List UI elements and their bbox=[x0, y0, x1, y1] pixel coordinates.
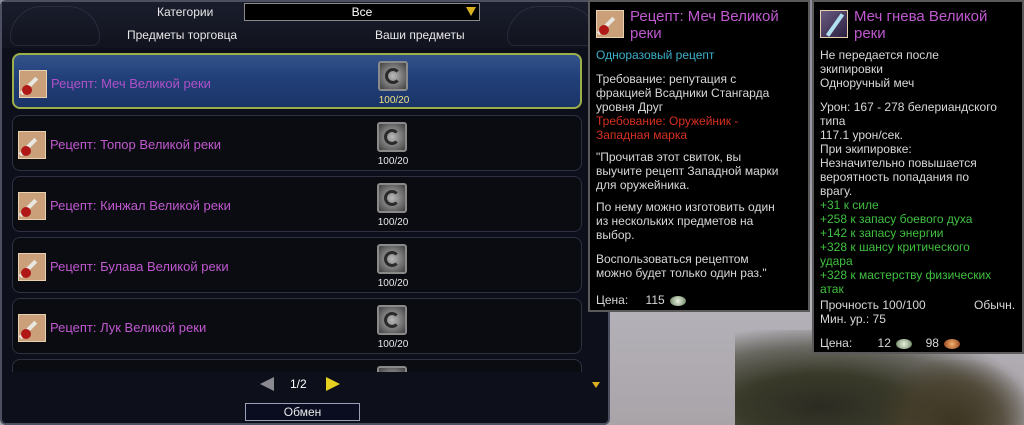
silver-coin-icon bbox=[896, 338, 913, 349]
dps-line: 117.1 урон/сек. bbox=[820, 128, 903, 142]
recipe-tooltip: Рецепт: Меч Великой реки Одноразовый рец… bbox=[588, 0, 810, 312]
description-line: выучите рецепт Западной марки bbox=[596, 164, 779, 178]
item-name: Рецепт: Меч Великой реки bbox=[51, 76, 211, 91]
damage-line: типа bbox=[820, 114, 846, 128]
price-label: Цена: bbox=[820, 336, 853, 350]
vendor-item-row[interactable]: Рецепт: Топор Великой реки 100/20 bbox=[12, 115, 582, 171]
barter-token-icon bbox=[377, 244, 407, 274]
price-row: Цена: 115 bbox=[596, 293, 687, 307]
chevron-down-icon bbox=[466, 7, 476, 16]
exchange-button[interactable]: Обмен bbox=[245, 403, 360, 421]
description-line: "Прочитав этот свиток, вы bbox=[596, 150, 742, 164]
stat-line: +31 к силе bbox=[820, 198, 879, 212]
durability: Прочность 100/100 bbox=[820, 298, 926, 312]
ornament-left bbox=[10, 6, 100, 46]
pagination: 1/2 bbox=[260, 375, 350, 395]
description-line: По нему можно изготовить один bbox=[596, 200, 775, 214]
price-row: Цена: 12 98 bbox=[820, 336, 961, 350]
description-line: из нескольких предметов на bbox=[596, 214, 754, 228]
quality: Обычн. bbox=[974, 298, 1016, 312]
barter-token-icon bbox=[377, 122, 407, 152]
tooltip-title: Меч гнева Великой реки bbox=[854, 8, 988, 42]
stat-line: +258 к запасу боевого духа bbox=[820, 212, 973, 226]
silver-coin-icon bbox=[670, 295, 687, 306]
item-cost-count: 100/20 bbox=[377, 339, 409, 350]
price-silver: 12 bbox=[877, 336, 891, 350]
stat-line: +142 к запасу энергии bbox=[820, 226, 944, 240]
category-dropdown[interactable]: Все bbox=[244, 3, 480, 21]
item-name: Рецепт: Топор Великой реки bbox=[50, 137, 222, 152]
item-name: Рецепт: Булава Великой реки bbox=[50, 259, 229, 274]
item-name: Рецепт: Лук Великой реки bbox=[50, 320, 207, 335]
item-cost-count: 100/20 bbox=[377, 278, 409, 289]
equip-line: врагу. bbox=[820, 184, 853, 198]
requirement-line: уровня Друг bbox=[596, 100, 664, 114]
price-label: Цена: bbox=[596, 293, 629, 307]
stat-line: +328 к шансу критического bbox=[820, 240, 970, 254]
stat-line: +328 к мастерству физических bbox=[820, 268, 992, 282]
barter-token-icon bbox=[377, 305, 407, 335]
item-cost-count: 100/20 bbox=[377, 156, 409, 167]
next-page-icon[interactable] bbox=[326, 377, 340, 391]
bind-info: Не передается после bbox=[820, 48, 939, 62]
ornament-right bbox=[507, 6, 597, 46]
item-name: Рецепт: Кинжал Великой реки bbox=[50, 198, 231, 213]
tooltip-title: Рецепт: Меч Великой реки bbox=[630, 8, 779, 42]
copper-coin-icon bbox=[944, 338, 961, 349]
requirement-line: Требование: репутация с bbox=[596, 72, 737, 86]
price-copper: 98 bbox=[925, 336, 939, 350]
recipe-scroll-icon bbox=[18, 131, 46, 159]
price-value: 115 bbox=[645, 293, 665, 307]
equip-line: Незначительно повышается bbox=[820, 156, 977, 170]
recipe-scroll-icon bbox=[18, 253, 46, 281]
recipe-scroll-icon bbox=[19, 70, 47, 98]
requirement-unmet: Западная марка bbox=[596, 128, 688, 142]
barter-token-icon bbox=[377, 183, 407, 213]
recipe-scroll-icon bbox=[596, 10, 624, 38]
min-level: Мин. ур.: 75 bbox=[820, 312, 886, 326]
description-line: выбор. bbox=[596, 228, 635, 242]
background-foliage bbox=[880, 360, 1024, 425]
vendor-window: Категории Все Предметы торговца Ваши пре… bbox=[0, 0, 610, 425]
bind-info: экипировки bbox=[820, 62, 883, 76]
item-cost-count: 100/20 bbox=[377, 217, 409, 228]
column-your-items: Ваши предметы bbox=[375, 28, 465, 42]
page-indicator: 1/2 bbox=[290, 377, 307, 391]
requirement-unmet: Требование: Оружейник - bbox=[596, 114, 739, 128]
description-line: можно будет только один раз." bbox=[596, 266, 767, 280]
category-value: Все bbox=[351, 5, 373, 19]
equip-line: При экипировке: bbox=[820, 142, 912, 156]
sword-icon bbox=[820, 10, 848, 38]
prev-page-icon[interactable] bbox=[260, 377, 274, 391]
vendor-header: Категории Все Предметы торговца Ваши пре… bbox=[2, 2, 608, 48]
vendor-item-row[interactable]: Рецепт: Лук Великой реки 100/20 bbox=[12, 298, 582, 354]
category-label: Категории bbox=[157, 5, 214, 19]
item-type: Одноразовый рецепт bbox=[596, 48, 715, 62]
weapon-type: Одноручный меч bbox=[820, 76, 915, 90]
description-line: Воспользоваться рецептом bbox=[596, 252, 749, 266]
barter-token-icon bbox=[377, 366, 407, 372]
requirement-line: фракцией Всадники Стангарда bbox=[596, 86, 770, 100]
damage-line: Урон: 167 - 278 белериандского bbox=[820, 100, 997, 114]
recipe-scroll-icon bbox=[18, 314, 46, 342]
column-vendor-items: Предметы торговца bbox=[127, 28, 238, 42]
vendor-item-list: Рецепт: Меч Великой реки 100/20 Рецепт: … bbox=[8, 48, 598, 372]
stat-line: атак bbox=[820, 282, 844, 296]
equip-line: вероятность попадания по bbox=[820, 170, 969, 184]
description-line: для оружейника. bbox=[596, 178, 690, 192]
stat-line: удара bbox=[820, 254, 853, 268]
barter-token-icon bbox=[378, 61, 408, 91]
vendor-item-row[interactable]: Рецепт: Кинжал Великой реки 100/20 bbox=[12, 176, 582, 232]
item-cost-count: 100/20 bbox=[378, 95, 410, 106]
scroll-down-icon[interactable] bbox=[592, 382, 600, 388]
vendor-item-row-partial[interactable] bbox=[12, 359, 582, 372]
recipe-scroll-icon bbox=[18, 192, 46, 220]
item-tooltip: Меч гнева Великой реки Не передается пос… bbox=[812, 0, 1024, 354]
vendor-item-row[interactable]: Рецепт: Меч Великой реки 100/20 bbox=[12, 53, 582, 109]
vendor-item-row[interactable]: Рецепт: Булава Великой реки 100/20 bbox=[12, 237, 582, 293]
